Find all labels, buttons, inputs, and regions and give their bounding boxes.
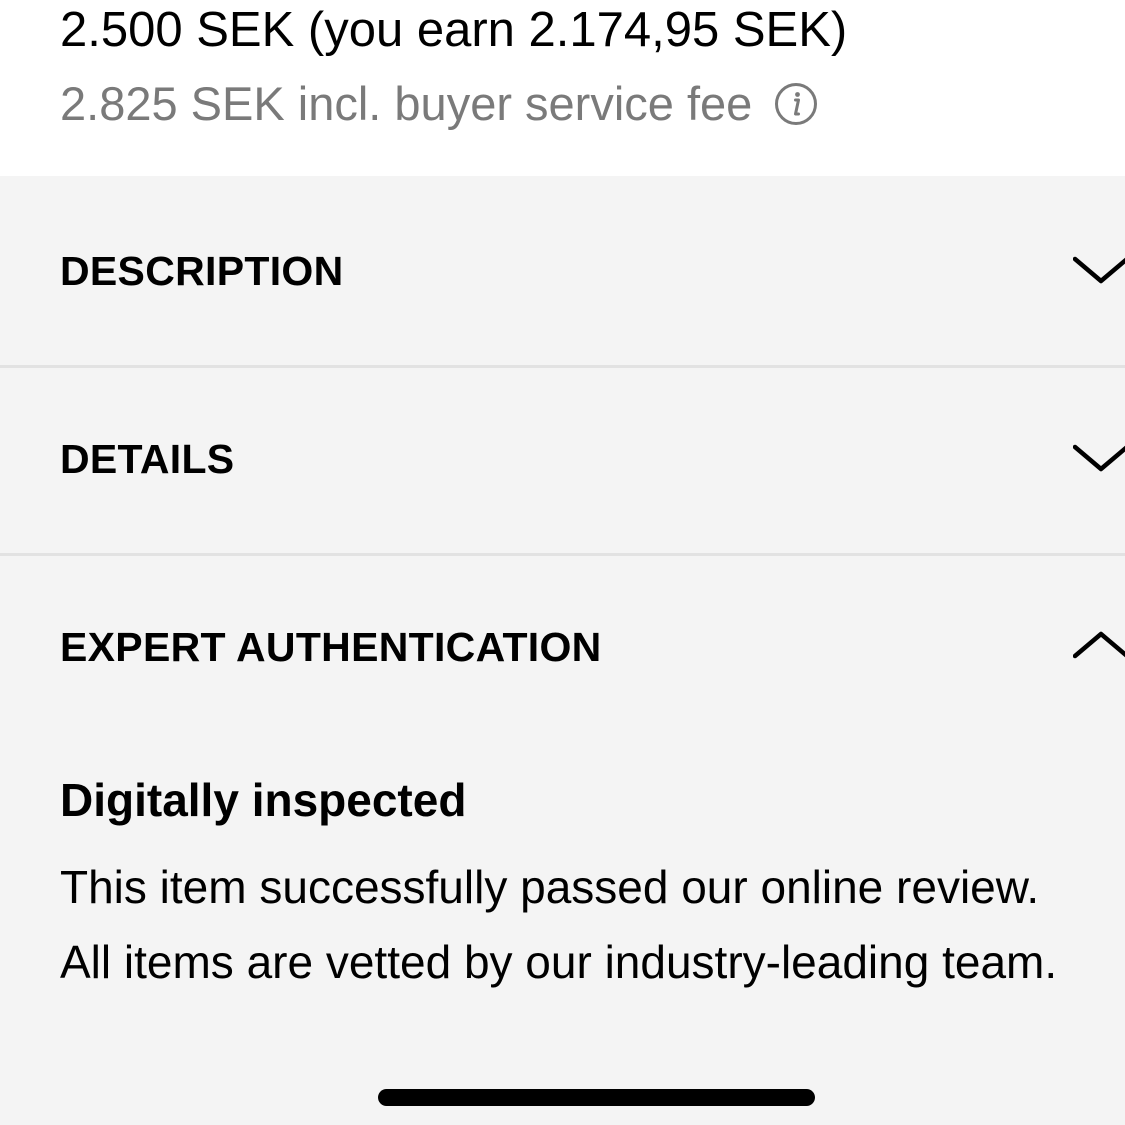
accordion-details-title: DETAILS — [60, 436, 235, 482]
authentication-text: This item successfully passed our online… — [60, 861, 1058, 988]
authentication-content: Digitally inspected This item successful… — [60, 772, 1100, 1000]
price-with-earnings: 2.500 SEK (you earn 2.174,95 SEK) — [60, 3, 848, 57]
accordion-description[interactable]: DESCRIPTION — [0, 176, 1125, 366]
accordion-expert-authentication[interactable]: EXPERT AUTHENTICATION — [0, 556, 1125, 726]
price-block: 2.500 SEK (you earn 2.174,95 SEK) 2.825 … — [0, 0, 1125, 176]
price-incl-fee-text: 2.825 SEK incl. buyer service fee — [60, 77, 753, 130]
home-indicator[interactable] — [378, 1089, 815, 1106]
accordion-description-title: DESCRIPTION — [60, 248, 344, 294]
price-incl-fee: 2.825 SEK incl. buyer service fee — [60, 76, 818, 132]
accordion-details[interactable]: DETAILS — [0, 368, 1125, 554]
accordion-expert-authentication-title: EXPERT AUTHENTICATION — [60, 624, 602, 670]
info-circle-icon[interactable] — [774, 82, 818, 126]
authentication-heading: Digitally inspected — [60, 774, 467, 826]
chevron-down-icon — [1073, 439, 1125, 479]
chevron-down-icon — [1073, 251, 1125, 291]
product-accordion: DESCRIPTION DETAILS EXPERT AUTHENTICATIO… — [0, 176, 1125, 1125]
screen: 2.500 SEK (you earn 2.174,95 SEK) 2.825 … — [0, 0, 1125, 1125]
chevron-up-icon — [1073, 626, 1125, 666]
